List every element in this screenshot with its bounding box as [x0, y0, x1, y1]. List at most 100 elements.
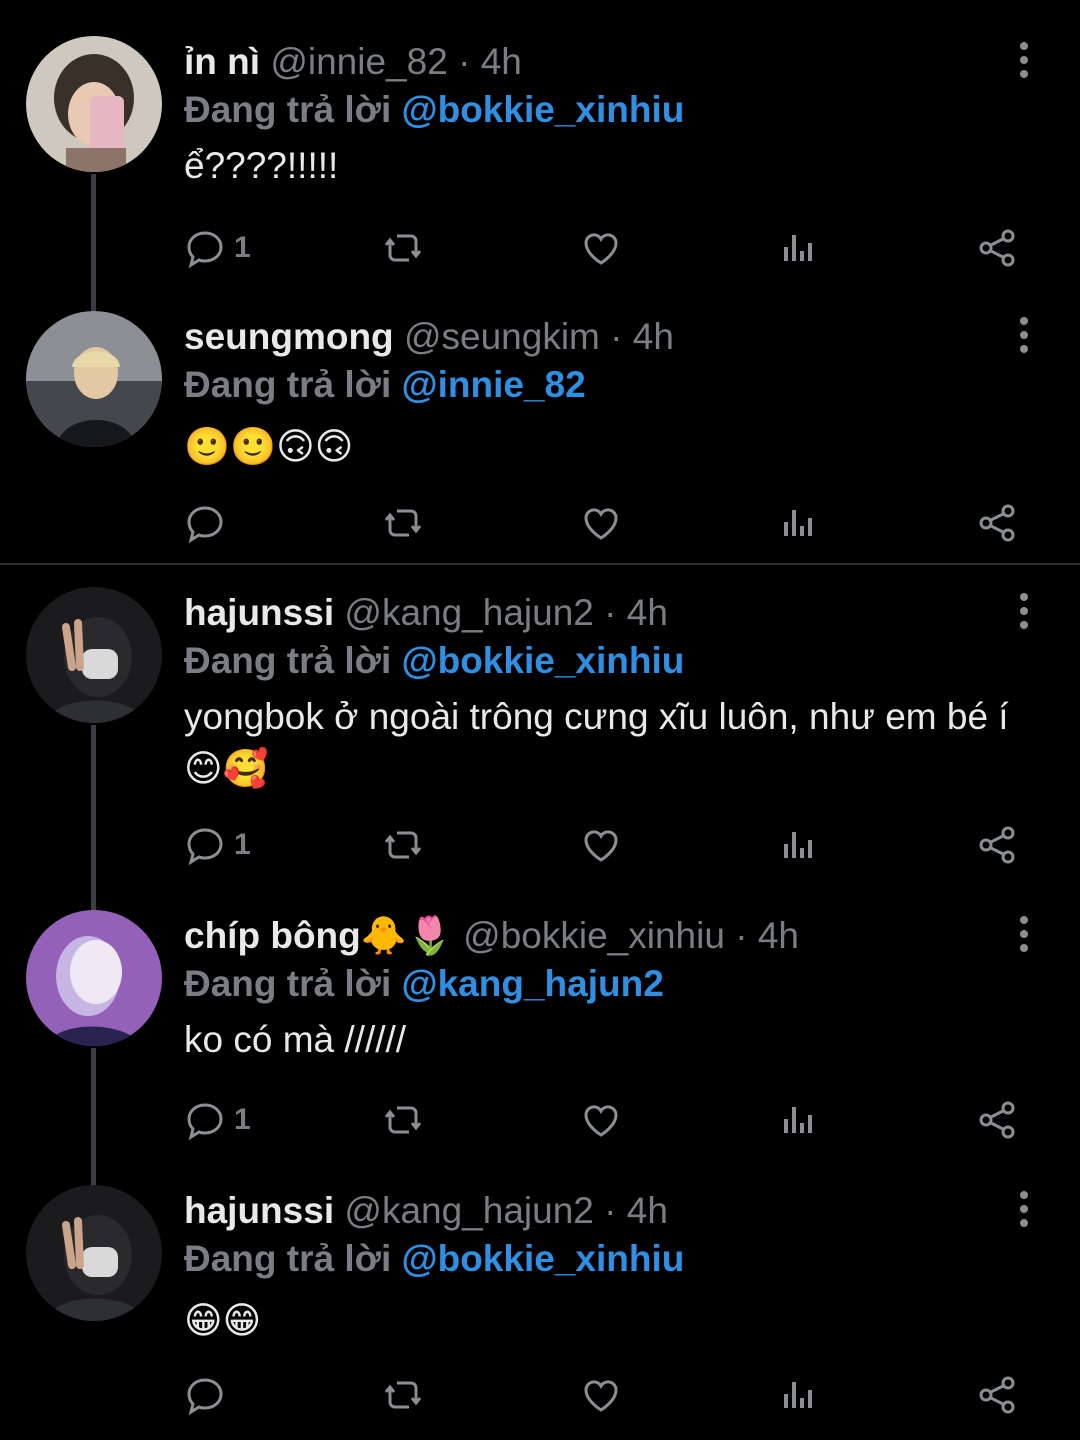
thread-line [91, 174, 96, 314]
tweet-text: ể????!!!!! [184, 145, 339, 186]
replying-to: Đang trả lời @bokkie_xinhiu [184, 88, 684, 132]
replying-to: Đang trả lời @kang_hajun2 [184, 962, 664, 1006]
reply-count: 1 [234, 1103, 251, 1136]
analytics-button[interactable] [778, 501, 820, 545]
reply-timeline: ỉn nì @innie_82 · 4h Đang trả lời @bokki… [0, 0, 1080, 1440]
share-icon [979, 1376, 1015, 1414]
retweet-icon [384, 234, 422, 262]
share-button[interactable] [976, 823, 1018, 867]
analytics-button[interactable] [778, 1098, 820, 1142]
reply-button[interactable]: 1 [184, 1098, 251, 1142]
display-name[interactable]: hajunssi [184, 1190, 334, 1231]
username[interactable]: @bokkie_xinhiu [463, 915, 725, 956]
like-button[interactable] [580, 1098, 622, 1142]
timestamp[interactable]: 4h [758, 915, 799, 956]
retweet-button[interactable] [382, 501, 424, 545]
separator: · [604, 592, 617, 633]
action-bar [184, 501, 1034, 545]
timestamp[interactable]: 4h [627, 592, 668, 633]
share-icon [979, 229, 1015, 267]
tweet[interactable]: seungmong @seungkim · 4h Đang trả lời @i… [0, 311, 1080, 551]
reply-button[interactable] [184, 501, 234, 545]
tweet-header: ỉn nì @innie_82 · 4h [184, 40, 522, 84]
retweet-button[interactable] [382, 823, 424, 867]
share-icon [979, 504, 1015, 542]
replying-label: Đang trả lời [184, 640, 392, 681]
tweet-text: 😁😁 [184, 1300, 262, 1341]
replying-to: Đang trả lời @bokkie_xinhiu [184, 639, 684, 683]
display-name[interactable]: hajunssi [184, 592, 334, 633]
retweet-button[interactable] [382, 226, 424, 270]
like-icon [584, 508, 618, 540]
avatar-image [26, 587, 162, 723]
like-button[interactable] [580, 1373, 622, 1417]
tweet[interactable]: ỉn nì @innie_82 · 4h Đang trả lời @bokki… [0, 36, 1080, 314]
avatar[interactable] [26, 36, 162, 172]
share-button[interactable] [976, 1373, 1018, 1417]
mention-link[interactable]: @kang_hajun2 [402, 963, 664, 1004]
avatar[interactable] [26, 1185, 162, 1321]
more-vertical-icon[interactable] [1008, 40, 1040, 80]
retweet-button[interactable] [382, 1098, 424, 1142]
reply-count: 1 [234, 828, 251, 861]
like-button[interactable] [580, 501, 622, 545]
analytics-icon [784, 235, 812, 261]
action-bar: 1 [184, 823, 1034, 867]
avatar[interactable] [26, 311, 162, 447]
thread-divider [0, 563, 1080, 565]
more-vertical-icon[interactable] [1008, 315, 1040, 355]
analytics-icon [784, 1107, 812, 1133]
replying-label: Đang trả lời [184, 364, 392, 405]
replying-to: Đang trả lời @innie_82 [184, 363, 586, 407]
tweet[interactable]: hajunssi @kang_hajun2 · 4h Đang trả lời … [0, 587, 1080, 915]
analytics-button[interactable] [778, 226, 820, 270]
analytics-button[interactable] [778, 1373, 820, 1417]
display-name[interactable]: ỉn nì [184, 41, 260, 82]
reply-icon [187, 1378, 223, 1416]
analytics-icon [784, 832, 812, 858]
like-button[interactable] [580, 226, 622, 270]
timestamp[interactable]: 4h [627, 1190, 668, 1231]
display-name[interactable]: seungmong [184, 316, 394, 357]
username[interactable]: @kang_hajun2 [344, 1190, 593, 1231]
like-icon [584, 830, 618, 862]
display-name[interactable]: chíp bông🐥🌷 [184, 915, 453, 956]
more-vertical-icon[interactable] [1008, 591, 1040, 631]
tweet-header: hajunssi @kang_hajun2 · 4h [184, 1189, 668, 1233]
tweet-text: yongbok ở ngoài trông cưng xĩu luôn, như… [184, 696, 1009, 789]
reply-icon [187, 828, 223, 866]
reply-count: 1 [234, 231, 251, 264]
mention-link[interactable]: @bokkie_xinhiu [402, 1238, 685, 1279]
avatar[interactable] [26, 910, 162, 1046]
tweet[interactable]: hajunssi @kang_hajun2 · 4h Đang trả lời … [0, 1185, 1080, 1425]
username[interactable]: @innie_82 [270, 41, 447, 82]
share-icon [979, 1101, 1015, 1139]
mention-link[interactable]: @bokkie_xinhiu [402, 640, 685, 681]
separator: · [735, 915, 748, 956]
mention-link[interactable]: @innie_82 [402, 364, 586, 405]
reply-button[interactable]: 1 [184, 226, 251, 270]
tweet-header: hajunssi @kang_hajun2 · 4h [184, 591, 668, 635]
action-bar [184, 1373, 1034, 1417]
avatar-image [26, 1185, 162, 1321]
reply-button[interactable] [184, 1373, 234, 1417]
username[interactable]: @kang_hajun2 [344, 592, 593, 633]
timestamp[interactable]: 4h [633, 316, 674, 357]
more-vertical-icon[interactable] [1008, 914, 1040, 954]
tweet-text: ko có mà ////// [184, 1019, 407, 1060]
timestamp[interactable]: 4h [481, 41, 522, 82]
tweet[interactable]: chíp bông🐥🌷 @bokkie_xinhiu · 4h Đang trả… [0, 910, 1080, 1188]
mention-link[interactable]: @bokkie_xinhiu [402, 89, 685, 130]
tweet-header: seungmong @seungkim · 4h [184, 315, 674, 359]
avatar[interactable] [26, 587, 162, 723]
reply-button[interactable]: 1 [184, 823, 251, 867]
share-button[interactable] [976, 1098, 1018, 1142]
share-button[interactable] [976, 226, 1018, 270]
retweet-button[interactable] [382, 1373, 424, 1417]
more-vertical-icon[interactable] [1008, 1189, 1040, 1229]
like-button[interactable] [580, 823, 622, 867]
analytics-button[interactable] [778, 823, 820, 867]
username[interactable]: @seungkim [404, 316, 600, 357]
avatar-image [26, 36, 162, 172]
share-button[interactable] [976, 501, 1018, 545]
